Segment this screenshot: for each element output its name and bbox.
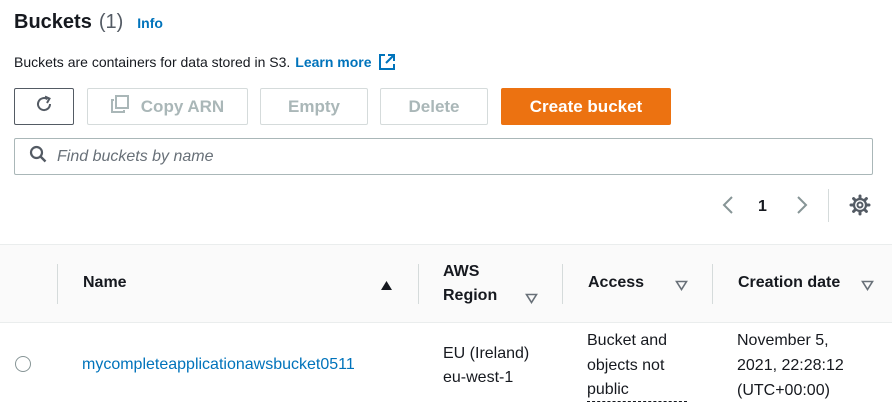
refresh-icon (34, 94, 54, 119)
search-icon (29, 145, 47, 168)
bucket-access-line1: Bucket and (587, 332, 668, 349)
column-divider (418, 264, 419, 304)
description-text: Buckets are containers for data stored i… (14, 54, 291, 70)
next-page-button[interactable] (792, 192, 812, 222)
chevron-right-icon (792, 194, 812, 221)
bucket-count: (1) (98, 11, 124, 33)
bucket-region-code: eu-west-1 (443, 369, 514, 386)
chevron-left-icon (718, 194, 738, 221)
bucket-access-line2: objects not (587, 357, 665, 374)
bucket-date-line3: (UTC+00:00) (737, 382, 830, 399)
bucket-access-line3[interactable]: public (587, 379, 687, 402)
bucket-region-name: EU (Ireland) (443, 345, 530, 362)
copy-arn-button[interactable]: Copy ARN (87, 88, 248, 125)
page-number[interactable]: 1 (758, 192, 767, 222)
description-row: Buckets are containers for data stored i… (14, 53, 396, 71)
column-divider (57, 264, 58, 304)
caret-up-icon[interactable] (380, 278, 393, 296)
page-title: Buckets (14, 11, 92, 33)
bucket-date-line2: 2021, 22:28:12 (737, 357, 844, 374)
column-header-region-line1[interactable]: AWS (443, 260, 479, 284)
header-row: Buckets (1) Info (14, 11, 163, 34)
delete-button[interactable]: Delete (380, 88, 488, 125)
column-header-creation-date[interactable]: Creation date (738, 271, 840, 295)
gear-icon (849, 194, 871, 221)
bucket-name-link[interactable]: mycompleteapplicationawsbucket0511 (82, 353, 355, 376)
buckets-panel: Buckets (1) Info Buckets are containers … (0, 0, 892, 417)
bucket-date-line1: November 5, (737, 332, 829, 349)
previous-page-button[interactable] (718, 192, 738, 222)
external-link-icon[interactable] (378, 53, 396, 71)
caret-down-icon[interactable] (861, 278, 874, 296)
empty-button[interactable]: Empty (260, 88, 368, 125)
column-header-region-line2[interactable]: Region (443, 284, 497, 308)
info-link[interactable]: Info (137, 15, 163, 31)
caret-down-icon[interactable] (525, 291, 538, 309)
copy-icon (110, 95, 141, 118)
learn-more-link[interactable]: Learn more (295, 54, 371, 70)
row-select-radio[interactable] (15, 356, 31, 372)
column-header-access[interactable]: Access (588, 271, 644, 295)
pagination-divider (828, 189, 829, 222)
create-bucket-button[interactable]: Create bucket (501, 88, 671, 125)
search-input[interactable] (57, 147, 837, 166)
column-divider (562, 264, 563, 304)
column-divider (712, 264, 713, 304)
column-header-name[interactable]: Name (83, 271, 127, 295)
search-box[interactable] (14, 138, 873, 175)
copy-arn-label: Copy ARN (140, 96, 225, 116)
refresh-button[interactable] (14, 88, 74, 125)
table-settings-button[interactable] (849, 192, 871, 222)
caret-down-icon[interactable] (675, 278, 688, 296)
